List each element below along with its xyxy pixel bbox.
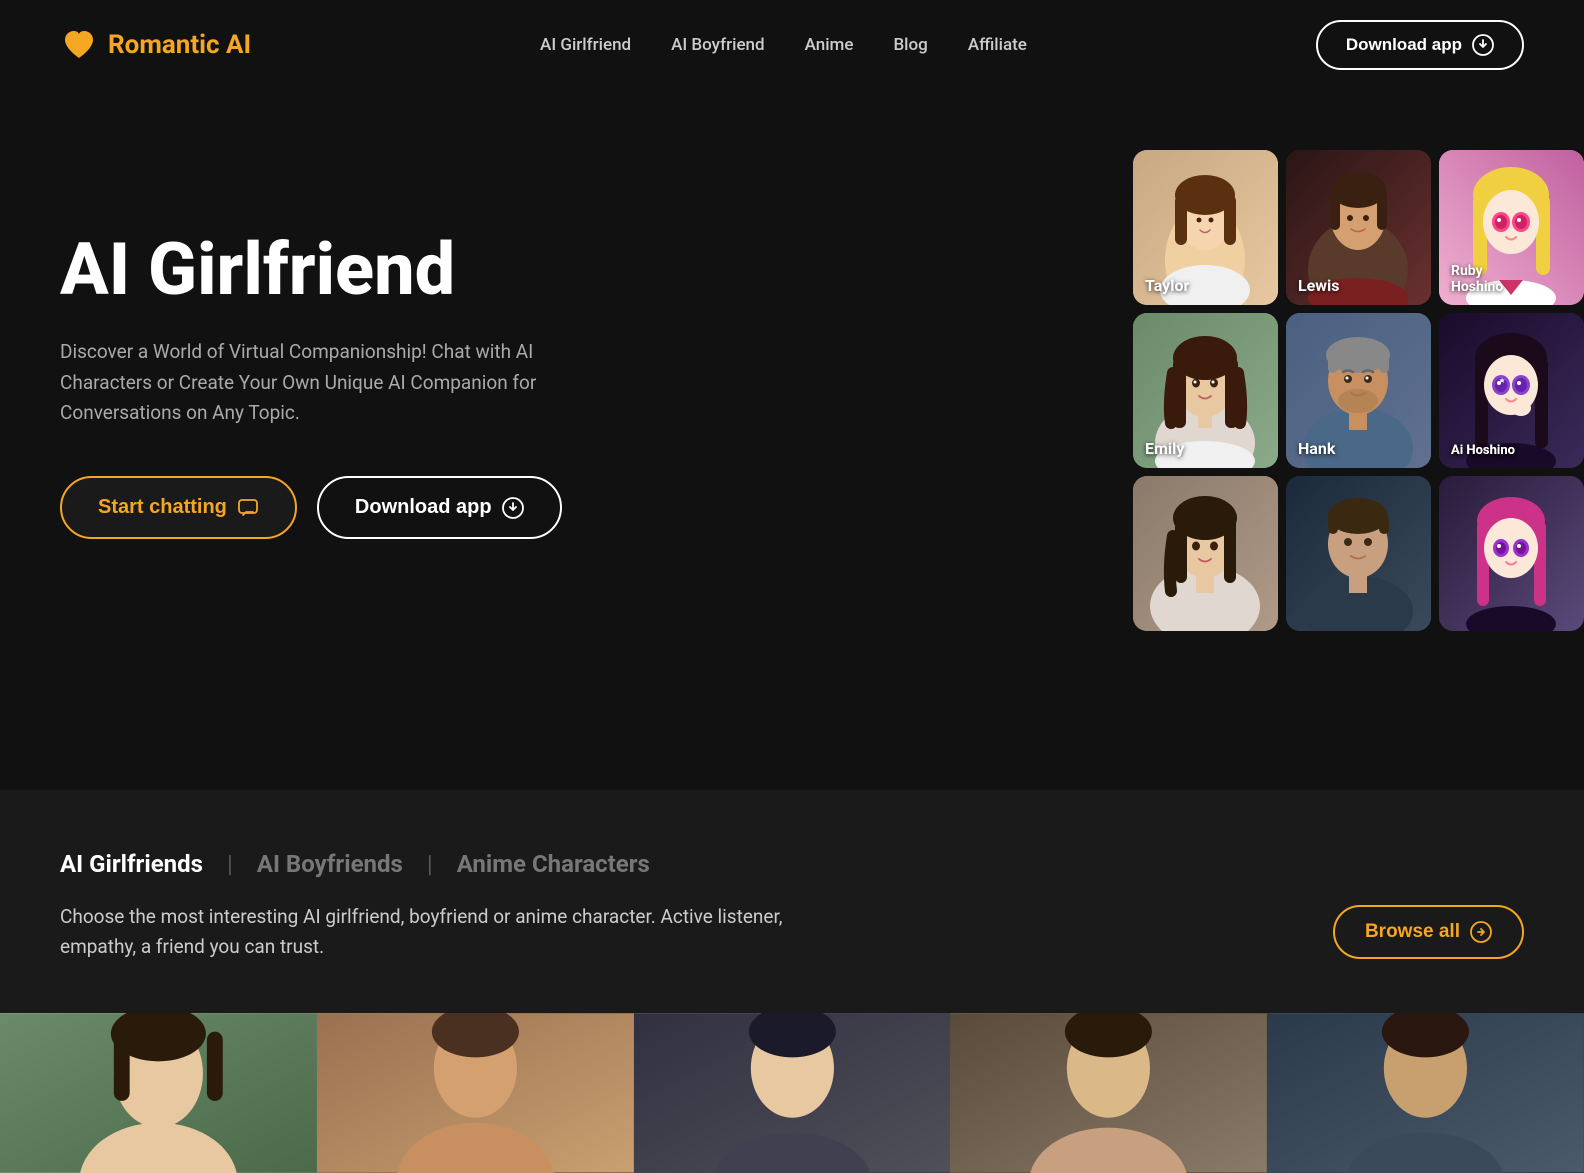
preview-card-3[interactable] — [634, 1013, 951, 1173]
chat-icon — [237, 497, 259, 519]
preview-card-5[interactable] — [1267, 1013, 1584, 1173]
character-name-ai-hoshino-label: Ai Hoshino — [1451, 443, 1515, 458]
browse-all-button[interactable]: Browse all — [1333, 905, 1524, 959]
browse-tabs: AI Girlfriends | AI Boyfriends | Anime C… — [60, 850, 1524, 878]
start-chatting-button[interactable]: Start chatting — [60, 476, 297, 539]
nav-affiliate[interactable]: Affiliate — [968, 35, 1027, 55]
nav-ai-girlfriend[interactable]: AI Girlfriend — [540, 35, 631, 55]
preview-strip — [0, 1013, 1584, 1173]
preview5-visual — [1267, 1013, 1584, 1173]
browse-section: AI Girlfriends | AI Boyfriends | Anime C… — [0, 790, 1584, 1013]
nav-ai-boyfriend[interactable]: AI Boyfriend — [671, 35, 765, 55]
character-card-taylor[interactable]: Taylor — [1133, 150, 1278, 305]
extra2-visual — [1286, 476, 1431, 631]
preview-card-4[interactable] — [950, 1013, 1267, 1173]
character-name-hank: Hank — [1298, 439, 1335, 458]
logo[interactable]: Romantic AI — [60, 26, 251, 64]
tab-ai-boyfriends[interactable]: AI Boyfriends — [257, 850, 403, 878]
logo-text: Romantic AI — [108, 30, 251, 60]
character-card-extra3[interactable] — [1439, 476, 1584, 631]
tab-anime-characters[interactable]: Anime Characters — [457, 850, 650, 878]
tab-divider-1: | — [227, 850, 233, 878]
character-name-lewis: Lewis — [1298, 276, 1340, 295]
tab-divider-2: | — [427, 850, 433, 878]
character-card-extra2[interactable] — [1286, 476, 1431, 631]
circle-arrow-icon — [1470, 921, 1492, 943]
preview1-visual — [0, 1013, 317, 1173]
main-nav: AI Girlfriend AI Boyfriend Anime Blog Af… — [540, 35, 1027, 55]
tab-ai-girlfriends[interactable]: AI Girlfriends — [60, 850, 203, 878]
download-app-button-header[interactable]: Download app — [1316, 20, 1524, 70]
nav-blog[interactable]: Blog — [893, 35, 927, 55]
character-card-extra1[interactable] — [1133, 476, 1278, 631]
heart-icon — [60, 26, 98, 64]
character-card-ai-hoshino[interactable]: Ai Hoshino Ai Hoshino — [1439, 313, 1584, 468]
download-icon-hero — [502, 497, 524, 519]
extra1-visual — [1133, 476, 1278, 631]
character-grid: Taylor — [1133, 150, 1584, 631]
hero-buttons: Start chatting Download app — [60, 476, 740, 539]
nav-anime[interactable]: Anime — [805, 35, 854, 55]
extra3-visual — [1439, 476, 1584, 631]
header: Romantic AI AI Girlfriend AI Boyfriend A… — [0, 0, 1584, 90]
character-name-ruby: RubyHoshino — [1451, 263, 1503, 295]
preview2-visual — [317, 1013, 634, 1173]
download-app-button-hero[interactable]: Download app — [317, 476, 562, 539]
preview-card-1[interactable] — [0, 1013, 317, 1173]
preview-card-2[interactable] — [317, 1013, 634, 1173]
character-card-lewis[interactable]: Lewis — [1286, 150, 1431, 305]
character-card-hank[interactable]: Hank — [1286, 313, 1431, 468]
character-card-emily[interactable]: Emily — [1133, 313, 1278, 468]
hero-section: AI Girlfriend Discover a World of Virtua… — [0, 90, 1584, 790]
hero-title: AI Girlfriend — [60, 230, 740, 309]
hero-description: Discover a World of Virtual Companionshi… — [60, 337, 620, 428]
preview3-visual — [634, 1013, 951, 1173]
character-name-emily: Emily — [1145, 439, 1184, 458]
hero-content: AI Girlfriend Discover a World of Virtua… — [60, 150, 740, 539]
download-icon — [1472, 34, 1494, 56]
preview4-visual — [950, 1013, 1267, 1173]
browse-description: Choose the most interesting AI girlfrien… — [60, 902, 840, 963]
character-name-taylor: Taylor — [1145, 276, 1189, 295]
browse-row: Choose the most interesting AI girlfrien… — [60, 902, 1524, 963]
character-card-ruby[interactable]: RubyHoshino — [1439, 150, 1584, 305]
